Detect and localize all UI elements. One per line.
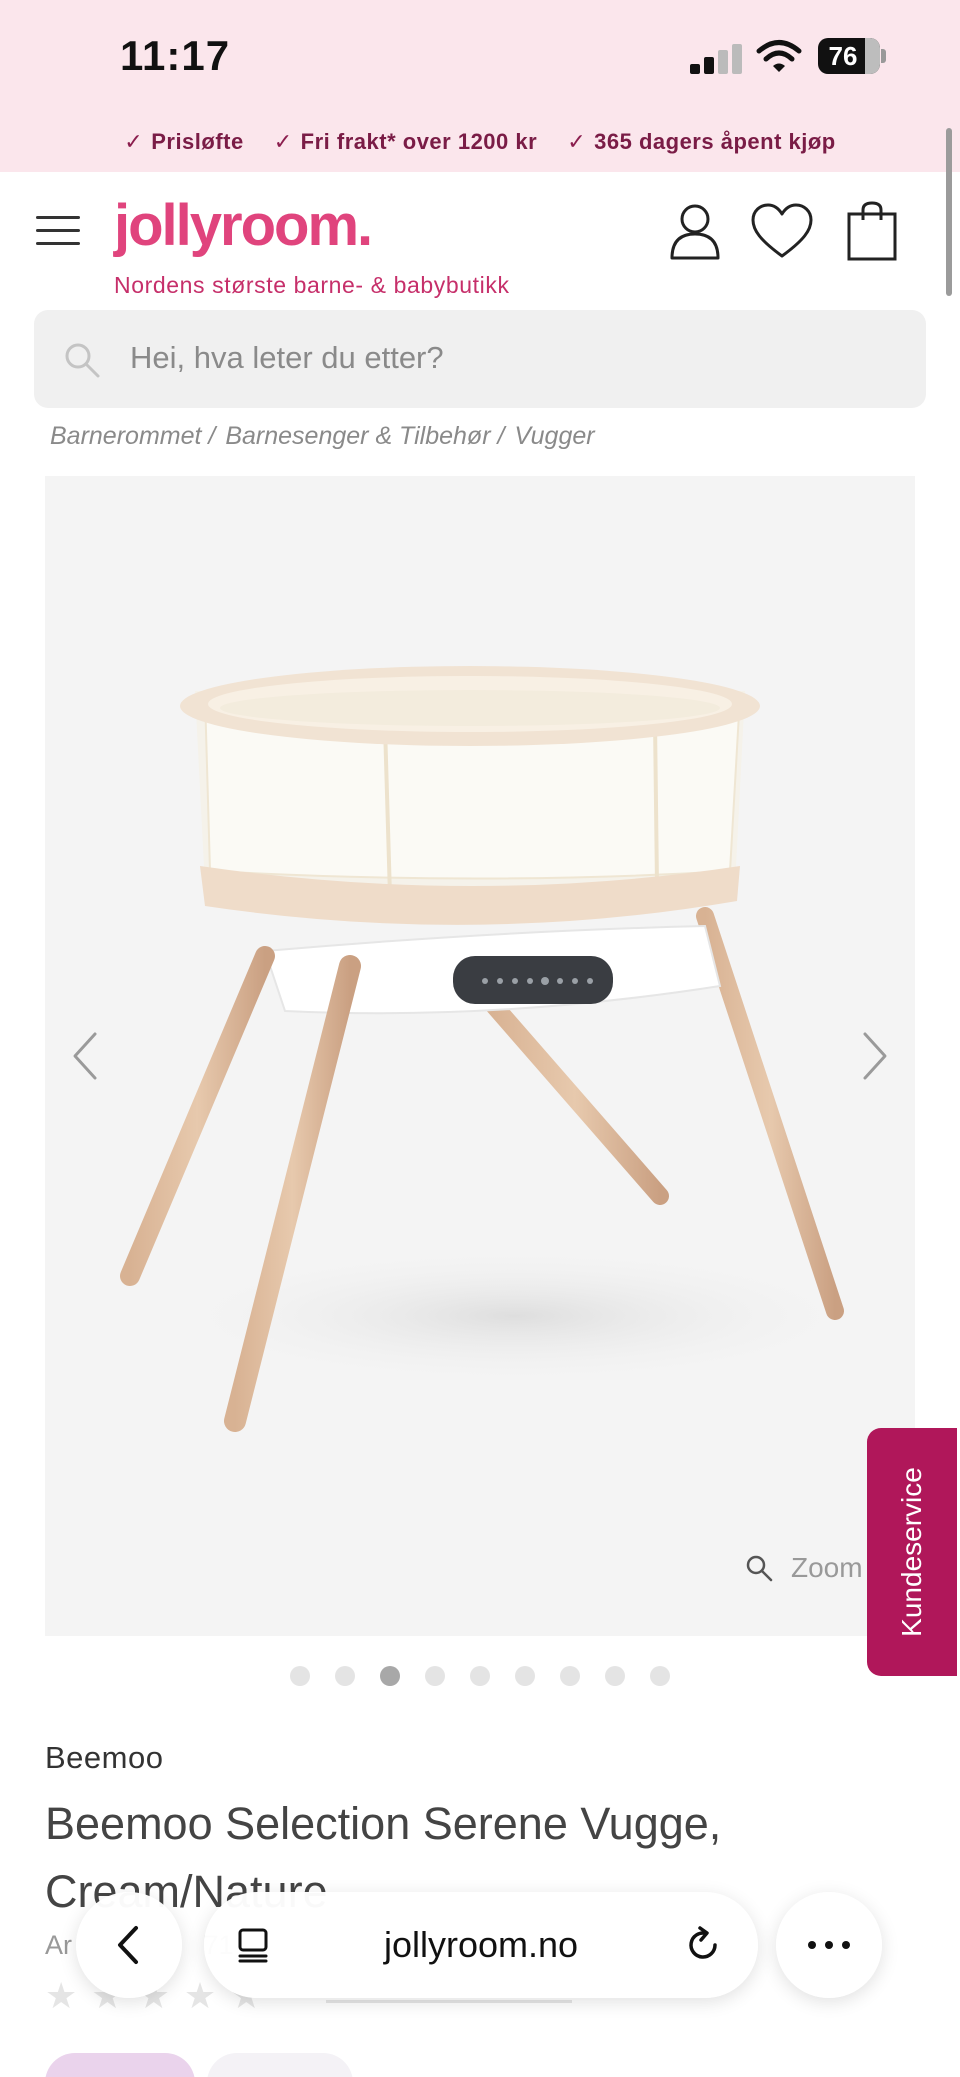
pagination-dot[interactable] <box>515 1666 535 1686</box>
article-prefix: Ar <box>45 1930 72 1960</box>
browser-more-button[interactable] <box>776 1892 882 1998</box>
usp-label: 365 dagers åpent kjøp <box>594 129 836 154</box>
star-icon: ★ <box>45 1975 78 2016</box>
account-icon[interactable] <box>668 202 722 260</box>
address-bar[interactable]: jollyroom.no <box>204 1892 758 1998</box>
zoom-button[interactable]: Zoom <box>745 1552 863 1584</box>
customer-service-label: Kundeservice <box>896 1467 927 1637</box>
battery-icon: 76 <box>818 38 886 74</box>
usp-item: ✓ 365 dagers åpent kjøp <box>567 129 836 155</box>
pagination-dot[interactable] <box>470 1666 490 1686</box>
product-image[interactable] <box>45 476 915 1636</box>
usp-item: ✓ Prisløfte <box>124 129 243 155</box>
search-icon <box>65 343 100 378</box>
browser-back-button[interactable] <box>76 1892 182 1998</box>
check-icon: ✓ <box>124 129 144 154</box>
wifi-icon <box>756 40 802 72</box>
status-bar: 11:17 76 <box>0 0 960 112</box>
breadcrumb-item[interactable]: Barnerommet / <box>50 422 215 451</box>
pagination-dot[interactable] <box>290 1666 310 1686</box>
breadcrumb-item[interactable]: Barnesenger & Tilbehør / <box>225 422 504 451</box>
pagination-dot[interactable] <box>425 1666 445 1686</box>
pagination-dot[interactable] <box>560 1666 580 1686</box>
reviews-link[interactable] <box>326 2000 572 2003</box>
pagination-dot[interactable] <box>335 1666 355 1686</box>
site-tagline: Nordens største barne- & babybutikk <box>114 272 510 298</box>
menu-icon[interactable] <box>36 214 80 248</box>
breadcrumb-item[interactable]: Vugger <box>514 422 594 451</box>
chevron-left-icon <box>118 1926 138 1964</box>
site-header: jollyroom. Nordens største barne- & baby… <box>0 172 960 302</box>
site-logo[interactable]: jollyroom. <box>114 192 373 259</box>
variant-chip[interactable] <box>45 2053 195 2077</box>
variant-chip[interactable] <box>207 2053 353 2077</box>
search-input[interactable]: Hei, hva leter du etter? <box>130 340 444 376</box>
cellular-signal-icon <box>690 44 744 74</box>
url-text[interactable]: jollyroom.no <box>204 1892 758 1998</box>
usp-label: Prisløfte <box>151 129 244 154</box>
gallery-pagination <box>0 1666 960 1686</box>
previous-image-arrow[interactable] <box>65 1026 105 1086</box>
pagination-dot[interactable] <box>605 1666 625 1686</box>
pagination-dot[interactable] <box>650 1666 670 1686</box>
usp-item: ✓ Fri frakt* over 1200 kr <box>274 129 537 155</box>
customer-service-tab[interactable]: Kundeservice <box>867 1428 957 1676</box>
zoom-label: Zoom <box>791 1552 863 1583</box>
battery-level: 76 <box>828 41 858 71</box>
clock: 11:17 <box>120 32 231 79</box>
check-icon: ✓ <box>567 129 587 154</box>
product-brand[interactable]: Beemoo <box>45 1740 163 1776</box>
search-bar[interactable]: Hei, hva leter du etter? <box>34 310 926 408</box>
usp-bar: ✓ Prisløfte ✓ Fri frakt* over 1200 kr ✓ … <box>0 112 960 172</box>
pagination-dot-active[interactable] <box>380 1666 400 1686</box>
reload-icon[interactable] <box>682 1924 724 1966</box>
product-image-gallery[interactable]: Zoom <box>45 476 915 1636</box>
breadcrumb: Barnerommet / Barnesenger & Tilbehør / V… <box>50 422 595 451</box>
heart-icon[interactable] <box>750 202 814 260</box>
zoom-icon <box>746 1555 773 1582</box>
next-image-arrow[interactable] <box>855 1026 895 1086</box>
usp-label: Fri frakt* over 1200 kr <box>300 129 538 154</box>
more-icon <box>808 1941 850 1949</box>
shopping-bag-icon[interactable] <box>846 200 898 262</box>
browser-toolbar: jollyroom.no <box>76 1892 882 2000</box>
page-scrollbar[interactable] <box>946 128 952 296</box>
check-icon: ✓ <box>273 129 293 154</box>
